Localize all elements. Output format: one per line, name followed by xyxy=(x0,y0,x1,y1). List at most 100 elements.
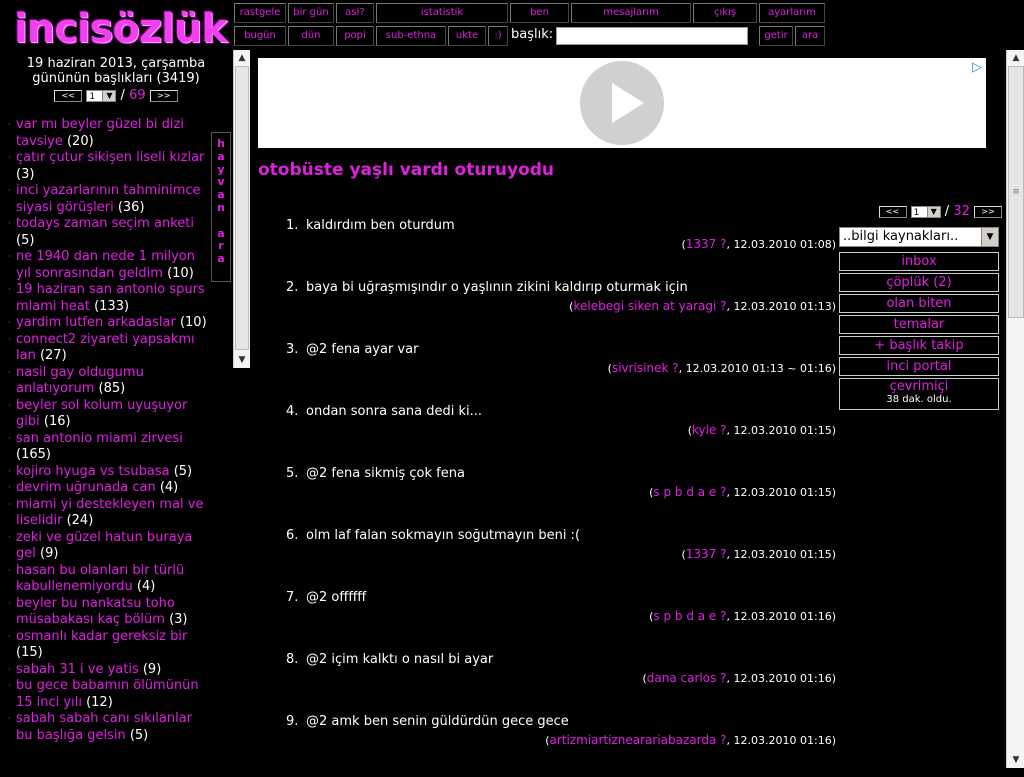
entry-number[interactable]: 8. xyxy=(286,652,306,667)
entry-author[interactable]: s p b d a e ? xyxy=(653,485,726,499)
topic-item[interactable]: · hasan bu olanları bir türlü kabullenemi… xyxy=(0,563,208,596)
topic-item[interactable]: · bu gece babamın ölümünün 15 inci yılı (… xyxy=(0,678,208,711)
nav-mesajlarim[interactable]: mesajlarım xyxy=(571,3,691,23)
nav-cikis[interactable]: çıkış xyxy=(693,3,757,23)
entry-number[interactable]: 4. xyxy=(286,404,306,419)
baslik-search-input[interactable] xyxy=(556,27,748,45)
nav-rastgele[interactable]: rastgele xyxy=(234,3,286,23)
topic-title[interactable]: çatır çutur sikişen liseli kızlar xyxy=(16,150,204,165)
topic-title[interactable]: osmanlı kadar gereksiz bir xyxy=(16,629,187,644)
topic-item[interactable]: · connect2 ziyareti yapsakmı lan (27) xyxy=(0,332,208,365)
topic-item[interactable]: · sabah sabah canı sıkılanlar bu başlığa … xyxy=(0,711,208,744)
play-icon[interactable] xyxy=(580,61,664,145)
left-page-select[interactable]: 1 ▼ xyxy=(86,89,117,102)
entry-number[interactable]: 9. xyxy=(286,714,306,729)
topic-item[interactable]: · beyler sol kolum uyuşuyor gibi (16) xyxy=(0,398,208,431)
entry-author[interactable]: dana carlos ? xyxy=(647,671,727,685)
topic-item[interactable]: · zeki ve güzel hatun buraya gel (9) xyxy=(0,530,208,563)
sources-select[interactable]: ..bilgi kaynakları.. ▼ xyxy=(839,227,999,247)
entry-author[interactable]: 1337 ? xyxy=(686,237,727,251)
entry-date[interactable]: 12.03.2010 01:15 xyxy=(734,548,832,561)
entry-date[interactable]: 12.03.2010 01:16 xyxy=(734,672,832,685)
hayvan-ara-button[interactable]: hayvan ara xyxy=(211,132,231,282)
main-scrollbar[interactable]: ▲ ≡ ▼ xyxy=(1006,50,1024,768)
entry-number[interactable]: 7. xyxy=(286,590,306,605)
entry-number[interactable]: 3. xyxy=(286,342,306,357)
nav-asl[interactable]: asl? xyxy=(336,3,374,23)
topic-item[interactable]: · todays zaman seçim anketi (5) xyxy=(0,216,208,249)
menu-olan-biten[interactable]: olan biten xyxy=(839,294,999,313)
topic-title[interactable]: yardim lutfen arkadaslar xyxy=(16,315,176,330)
topic-item[interactable]: · beyler bu nankatsu toho müsabakası kaç … xyxy=(0,596,208,629)
menu-temalar[interactable]: temalar xyxy=(839,315,999,334)
ara-button[interactable]: ara xyxy=(795,26,825,46)
entry-number[interactable]: 5. xyxy=(286,466,306,481)
topic-item[interactable]: · 19 haziran san antonio spurs miami heat… xyxy=(0,282,208,315)
entry-page-total[interactable]: 32 xyxy=(953,204,970,219)
entry-date[interactable]: 12.03.2010 01:08 xyxy=(734,238,832,251)
nav-ukte[interactable]: ukte xyxy=(448,26,486,46)
getir-button[interactable]: getir xyxy=(759,26,793,46)
nav-dun[interactable]: dün xyxy=(288,26,334,46)
page-title[interactable]: otobüste yaşlı vardı oturuyodu xyxy=(258,160,554,180)
topic-item[interactable]: · miami yi destekleyen mal ve liselidir (… xyxy=(0,497,208,530)
scroll-down-arrow-icon[interactable]: ▼ xyxy=(1007,752,1024,768)
topic-title[interactable]: todays zaman seçim anketi xyxy=(16,216,194,231)
menu-inbox[interactable]: inbox xyxy=(839,252,999,271)
left-scrollbar[interactable]: ▲ ▼ xyxy=(233,50,250,368)
entry-author[interactable]: artizmiartiznearariabazarda ? xyxy=(549,733,726,747)
site-logo[interactable]: incisözlük xyxy=(14,6,228,52)
entry-date[interactable]: 12.03.2010 01:15 xyxy=(734,424,832,437)
topic-title[interactable]: beyler sol kolum uyuşuyor gibi xyxy=(16,398,187,430)
topic-title[interactable]: kojiro hyuga vs tsubasa xyxy=(16,464,170,479)
entry-page-select[interactable]: 1 ▼ xyxy=(910,205,941,218)
adchoices-icon[interactable]: ▷ xyxy=(972,60,982,75)
entry-date[interactable]: 12.03.2010 01:16 xyxy=(734,734,832,747)
nav-bir-gun[interactable]: bir gün xyxy=(288,3,334,23)
nav-bugun[interactable]: bugün xyxy=(234,26,286,46)
left-page-total[interactable]: 69 xyxy=(129,88,146,103)
topic-item[interactable]: · sabah 31 i ve yatis (9) xyxy=(0,662,208,679)
nav-ben[interactable]: ben xyxy=(510,3,569,23)
entry-author[interactable]: s p b d a e ? xyxy=(653,609,726,623)
topic-item[interactable]: · kojiro hyuga vs tsubasa (5) xyxy=(0,464,208,481)
topic-item[interactable]: · osmanlı kadar gereksiz bir (15) xyxy=(0,629,208,662)
topic-item[interactable]: · devrim uğrunada can (4) xyxy=(0,480,208,497)
topic-title[interactable]: var mı beyler güzel bi dizi tavsiye xyxy=(16,117,184,149)
topic-title[interactable]: sabah sabah canı sıkılanlar bu başlığa g… xyxy=(16,711,192,743)
scroll-up-arrow-icon[interactable]: ▲ xyxy=(234,50,250,66)
topic-item[interactable]: · yardim lutfen arkadaslar (10) xyxy=(0,315,208,332)
entry-author[interactable]: kelebegi siken at yaragi ? xyxy=(573,299,726,313)
entry-number[interactable]: 6. xyxy=(286,528,306,543)
topic-title[interactable]: hasan bu olanları bir türlü kabullenemiy… xyxy=(16,563,184,595)
left-next-button[interactable]: >> xyxy=(149,89,178,102)
topic-title[interactable]: beyler bu nankatsu toho müsabakası kaç b… xyxy=(16,596,175,628)
nav-smiley[interactable]: :) xyxy=(488,26,508,46)
main-scroll-thumb[interactable]: ≡ xyxy=(1008,66,1024,318)
topic-item[interactable]: · san antonio miami zirvesi (165) xyxy=(0,431,208,464)
topic-title[interactable]: devrim uğrunada can xyxy=(16,480,156,495)
topic-title[interactable]: sabah 31 i ve yatis xyxy=(16,662,139,677)
entry-next-button[interactable]: >> xyxy=(974,205,1002,218)
entry-date[interactable]: 12.03.2010 01:13 xyxy=(734,300,832,313)
topic-item[interactable]: · nasil gay oldugumu anlatıyorum (85) xyxy=(0,365,208,398)
topic-item[interactable]: · çatır çutur sikişen liseli kızlar (3) xyxy=(0,150,208,183)
menu-baslik-takip[interactable]: + başlık takip xyxy=(839,336,999,355)
topic-item[interactable]: · inci yazarlarının tahminimce siyasi gör… xyxy=(0,183,208,216)
menu-inci-portal[interactable]: inci portal xyxy=(839,357,999,376)
topic-item[interactable]: · var mı beyler güzel bi dizi tavsiye (20… xyxy=(0,117,208,150)
menu-copluk[interactable]: çöplük (2) xyxy=(839,273,999,292)
entry-date[interactable]: 12.03.2010 01:15 xyxy=(734,486,832,499)
nav-sub-ethna[interactable]: sub-ethna xyxy=(376,26,446,46)
topic-title[interactable]: inci yazarlarının tahminimce siyasi görü… xyxy=(16,183,201,215)
entry-number[interactable]: 1. xyxy=(286,218,306,233)
nav-ayarlarim[interactable]: ayarlarım xyxy=(759,3,825,23)
nav-popi[interactable]: popi xyxy=(336,26,374,46)
entry-author[interactable]: 1337 ? xyxy=(686,547,727,561)
menu-cevrimici[interactable]: çevrimiçi 38 dak. oldu. xyxy=(839,378,999,410)
entry-author[interactable]: kyle ? xyxy=(692,423,727,437)
nav-istatistik[interactable]: istatistik xyxy=(376,3,508,23)
topic-item[interactable]: · ne 1940 dan nede 1 milyon yıl sonrasınd… xyxy=(0,249,208,282)
topic-title[interactable]: miami yi destekleyen mal ve liselidir xyxy=(16,497,203,529)
entry-date[interactable]: 12.03.2010 01:16 xyxy=(734,610,832,623)
